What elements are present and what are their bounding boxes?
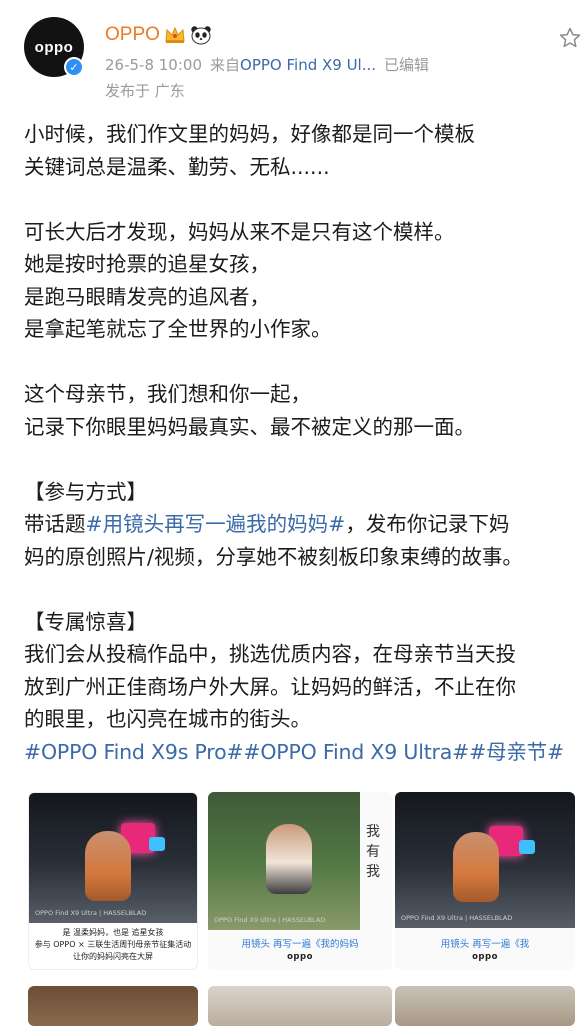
device-link[interactable]: OPPO Find X9 Ul... <box>240 56 376 74</box>
post-body: 小时候，我们作文里的妈妈，好像都是同一个模板 关键词总是温柔、勤劳、无私....… <box>24 118 584 768</box>
image-1-caption: 是 温柔妈妈，也是 追星女孩 参与 OPPO × 三联生活周刊母亲节征集活动 让… <box>29 927 197 963</box>
section-title: 【参与方式】 <box>24 479 147 504</box>
camera-watermark: OPPO Find X9 Ultra | HASSELBLAD <box>214 916 326 924</box>
topic-prefix: 带话题 <box>24 512 86 536</box>
post-line: 我们会从投稿作品中，挑选优质内容，在母亲节当天投 <box>24 642 516 666</box>
caption-line: 让你的妈妈闪亮在大屏 <box>73 952 153 961</box>
person-figure <box>85 831 131 901</box>
person-figure <box>453 832 499 902</box>
source-prefix: 来自 <box>210 56 241 74</box>
post-line: 妈的原创照片/视频，分享她不被刻板印象束缚的故事。 <box>24 544 523 569</box>
post-line: 的眼里，也闪亮在城市的街头。 <box>24 707 311 731</box>
post-image-6[interactable] <box>395 986 575 1026</box>
camera-watermark: OPPO Find X9 Ultra | HASSELBLAD <box>35 909 147 917</box>
post-image-3[interactable]: OPPO Find X9 Ultra | HASSELBLAD 用镜头 再写一遍… <box>395 792 575 970</box>
edited-label[interactable]: 已编辑 <box>384 56 429 74</box>
night-photo: OPPO Find X9 Ultra | HASSELBLAD <box>395 792 575 928</box>
crown-icon[interactable] <box>164 25 186 45</box>
park-photo: OPPO Find X9 Ultra | HASSELBLAD <box>208 792 360 930</box>
person-figure <box>266 824 312 894</box>
hashtag-links[interactable]: #OPPO Find X9s Pro##OPPO Find X9 Ultra##… <box>24 736 584 769</box>
post-image-4[interactable] <box>28 986 198 1026</box>
image-3-link-caption: 用镜头 再写一遍《我 <box>440 939 530 950</box>
camera-watermark: OPPO Find X9 Ultra | HASSELBLAD <box>401 914 513 922</box>
post-line: 记录下你眼里妈妈最真实、最不被定义的那一面。 <box>24 414 475 439</box>
post-line: 带话题#用镜头再写一遍我的妈妈#，发布你记录下妈 <box>24 508 584 541</box>
caption-line: 是 温柔妈妈，也是 追星女孩 <box>62 928 164 937</box>
post-line: 可长大后才发现，妈妈从来不是只有这个模样。 <box>24 219 455 244</box>
post-line: 放到广州正佳商场户外大屏。让妈妈的鲜活，不止在你 <box>24 674 516 699</box>
post-image-2[interactable]: OPPO Find X9 Ultra | HASSELBLAD 我 有 我 用镜… <box>208 792 392 970</box>
handwritten-text: 我 有 我 <box>366 824 380 880</box>
post-line: 关键词总是温柔、勤劳、无私...... <box>24 154 330 179</box>
verified-badge-icon: ✓ <box>64 57 84 77</box>
neon-sign-small-icon <box>149 837 165 851</box>
image-2-link-caption: 用镜头 再写一遍《我的妈妈 <box>241 939 359 950</box>
section-title: 【专属惊喜】 <box>24 609 147 634</box>
name-row: OPPO <box>105 22 212 48</box>
post-line: 她是按时抢票的追星女孩， <box>24 252 270 276</box>
oppo-logo: oppo <box>472 952 498 962</box>
post-meta: 26-5-8 10:00 来自OPPO Find X9 Ul... 已编辑 <box>105 54 429 75</box>
post-image-1[interactable]: OPPO Find X9 Ultra | HASSELBLAD 是 温柔妈妈，也… <box>28 792 198 970</box>
avatar-logo: oppo <box>34 38 74 56</box>
post-line: 是拿起笔就忘了全世界的小作家。 <box>24 317 332 341</box>
post-line: 是跑马眼睛发亮的追风者， <box>24 284 270 309</box>
topic-suffix: ，发布你记录下妈 <box>345 512 510 536</box>
oppo-logo: oppo <box>287 952 313 962</box>
topic-link[interactable]: #用镜头再写一遍我的妈妈# <box>86 512 346 536</box>
neon-sign-small-icon <box>519 840 535 854</box>
post-date: 26-5-8 10:00 <box>105 56 202 74</box>
post-image-5[interactable] <box>208 986 392 1026</box>
post-header: oppo ✓ OPPO 26-5-8 10:00 来自OPPO Find X9 U… <box>0 0 586 110</box>
panda-icon[interactable] <box>190 25 212 45</box>
post-location: 发布于 广东 <box>105 82 185 100</box>
caption-line: 参与 OPPO × 三联生活周刊母亲节征集活动 <box>34 940 192 949</box>
favorite-star-icon[interactable] <box>558 26 582 50</box>
post-line: 这个母亲节，我们想和你一起， <box>24 382 311 406</box>
night-photo: OPPO Find X9 Ultra | HASSELBLAD <box>29 793 197 923</box>
post-line: 小时候，我们作文里的妈妈，好像都是同一个模板 <box>24 122 475 146</box>
account-name[interactable]: OPPO <box>105 24 160 46</box>
